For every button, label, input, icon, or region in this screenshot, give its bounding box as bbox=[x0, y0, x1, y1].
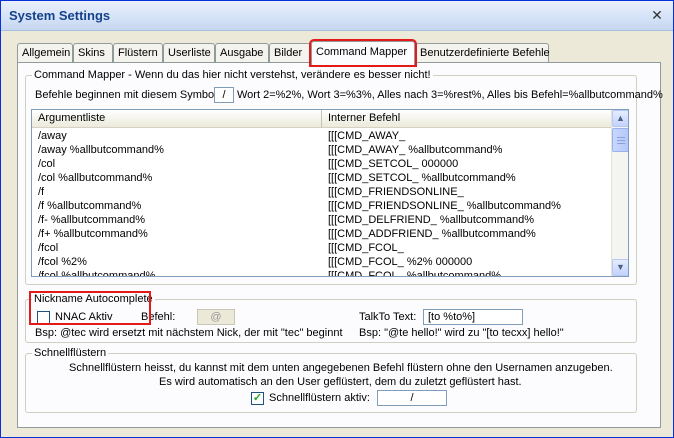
autocomplete-example-right: Bsp: "@te hello!" wird zu "[to tecxx] he… bbox=[359, 327, 564, 339]
schnellfluestern-legend: Schnellflüstern bbox=[32, 347, 109, 359]
tab-skins[interactable]: Skins bbox=[73, 43, 113, 63]
internal-command-cell: [[[CMD_FCOL_ bbox=[328, 242, 404, 254]
grip-line bbox=[617, 137, 625, 138]
table-row[interactable]: /away [[[CMD_AWAY_ bbox=[32, 129, 612, 143]
argument-cell: /f bbox=[38, 186, 45, 198]
grip-line bbox=[617, 143, 625, 144]
table-row[interactable]: /away %allbutcommand% [[[CMD_AWAY_ %allbu… bbox=[32, 143, 612, 157]
close-icon[interactable]: ✕ bbox=[649, 7, 665, 23]
table-row[interactable]: /f %allbutcommand% [[[CMD_FRIENDSONLINE_ … bbox=[32, 199, 612, 213]
table-row[interactable]: /fcol [[[CMD_FCOL_ bbox=[32, 241, 612, 255]
internal-command-cell: [[[CMD_ADDFRIEND_ %allbutcommand% bbox=[328, 228, 536, 240]
internal-command-cell: [[[CMD_FRIENDSONLINE_ bbox=[328, 186, 464, 198]
talkto-label: TalkTo Text: bbox=[359, 311, 417, 323]
table-row[interactable]: /f [[[CMD_FRIENDSONLINE_ bbox=[32, 185, 612, 199]
tab-ausgabe[interactable]: Ausgabe bbox=[215, 43, 269, 63]
grip-line bbox=[617, 140, 625, 141]
tab-command-mapper[interactable]: Command Mapper bbox=[309, 39, 417, 67]
argument-cell: /fcol %allbutcommand% bbox=[38, 270, 156, 277]
command-mapper-legend: Command Mapper - Wenn du das hier nicht … bbox=[32, 69, 433, 81]
internal-command-cell: [[[CMD_SETCOL_ %allbutcommand% bbox=[328, 172, 516, 184]
schnellfluestern-label: Schnellflüstern aktiv: bbox=[269, 392, 370, 404]
schnellfluestern-checkbox[interactable]: ✓ bbox=[251, 392, 264, 405]
table-row[interactable]: /fcol %allbutcommand% [[[CMD_FCOL_ %allbu… bbox=[32, 269, 612, 277]
nnac-checkbox[interactable] bbox=[37, 311, 50, 324]
internal-command-cell: [[[CMD_SETCOL_ 000000 bbox=[328, 158, 459, 170]
schnellfluestern-input[interactable]: / bbox=[377, 390, 447, 406]
autocomplete-example-left: Bsp: @tec wird ersetzt mit nächstem Nick… bbox=[35, 327, 343, 339]
column-header-interner-befehl[interactable]: Interner Befehl bbox=[322, 110, 612, 128]
internal-command-cell: [[[CMD_AWAY_ %allbutcommand% bbox=[328, 144, 503, 156]
argument-cell: /fcol %2% bbox=[38, 256, 87, 268]
internal-command-cell: [[[CMD_FCOL_ %allbutcommand% bbox=[328, 270, 502, 277]
table-row[interactable]: /f- %allbutcommand% [[[CMD_DELFRIEND_ %al… bbox=[32, 213, 612, 227]
schnellfluestern-description-1: Schnellflüstern heisst, du kannst mit de… bbox=[69, 362, 613, 374]
tab-userliste[interactable]: Userliste bbox=[163, 43, 215, 63]
internal-command-cell: [[[CMD_FRIENDSONLINE_ %allbutcommand% bbox=[328, 200, 561, 212]
internal-command-cell: [[[CMD_FCOL_ %2% 000000 bbox=[328, 256, 473, 268]
befehl-label: Befehl: bbox=[141, 311, 176, 323]
system-settings-window: System Settings ✕ Allgemein Skins Flüste… bbox=[0, 0, 674, 438]
argument-cell: /f %allbutcommand% bbox=[38, 200, 142, 212]
command-list-scrollbar[interactable]: ▲ ▼ bbox=[611, 110, 628, 276]
schnellfluestern-description-2: Es wird automatisch an den User geflüste… bbox=[159, 376, 522, 388]
tab-allgemein[interactable]: Allgemein bbox=[17, 43, 73, 63]
argument-cell: /fcol bbox=[38, 242, 59, 254]
scroll-up-icon[interactable]: ▲ bbox=[612, 110, 628, 127]
argument-cell: /col bbox=[38, 158, 56, 170]
tab-fluestern[interactable]: Flüstern bbox=[113, 43, 163, 63]
symbol-hint: Wort 2=%2%, Wort 3=%3%, Alles nach 3=%re… bbox=[237, 89, 663, 101]
internal-command-cell: [[[CMD_AWAY_ bbox=[328, 130, 406, 142]
scroll-thumb[interactable] bbox=[612, 128, 628, 152]
command-list-body: /away [[[CMD_AWAY_ /away %allbutcommand% [… bbox=[32, 129, 612, 277]
scroll-down-icon[interactable]: ▼ bbox=[612, 259, 628, 276]
symbol-label: Befehle beginnen mit diesem Symbol: bbox=[35, 89, 220, 101]
nnac-label: NNAC Aktiv bbox=[55, 311, 113, 323]
title-bar[interactable]: System Settings ✕ bbox=[1, 1, 673, 31]
argument-cell: /f- %allbutcommand% bbox=[38, 214, 145, 226]
column-header-argumentliste[interactable]: Argumentliste bbox=[32, 110, 322, 128]
nick-autocomplete-legend: Nickname Autocomplete bbox=[32, 293, 155, 305]
window-title: System Settings bbox=[9, 8, 111, 23]
table-row[interactable]: /col %allbutcommand% [[[CMD_SETCOL_ %allb… bbox=[32, 171, 612, 185]
table-row[interactable]: /col [[[CMD_SETCOL_ 000000 bbox=[32, 157, 612, 171]
tab-bilder[interactable]: Bilder bbox=[269, 43, 311, 63]
argument-cell: /col %allbutcommand% bbox=[38, 172, 153, 184]
tab-benutzerdefinierte-befehle[interactable]: Benutzerdefinierte Befehle bbox=[415, 43, 550, 63]
befehl-input[interactable]: @ bbox=[197, 309, 235, 325]
argument-cell: /away bbox=[38, 130, 67, 142]
argument-cell: /f+ %allbutcommand% bbox=[38, 228, 148, 240]
internal-command-cell: [[[CMD_DELFRIEND_ %allbutcommand% bbox=[328, 214, 535, 226]
table-row[interactable]: /fcol %2% [[[CMD_FCOL_ %2% 000000 bbox=[32, 255, 612, 269]
talkto-input[interactable]: [to %to%] bbox=[423, 309, 523, 325]
table-row[interactable]: /f+ %allbutcommand% [[[CMD_ADDFRIEND_ %al… bbox=[32, 227, 612, 241]
command-list[interactable]: Argumentliste Interner Befehl /away [[[CM… bbox=[31, 109, 629, 277]
argument-cell: /away %allbutcommand% bbox=[38, 144, 164, 156]
symbol-input[interactable]: / bbox=[214, 87, 234, 103]
command-list-header: Argumentliste Interner Befehl bbox=[32, 110, 612, 128]
